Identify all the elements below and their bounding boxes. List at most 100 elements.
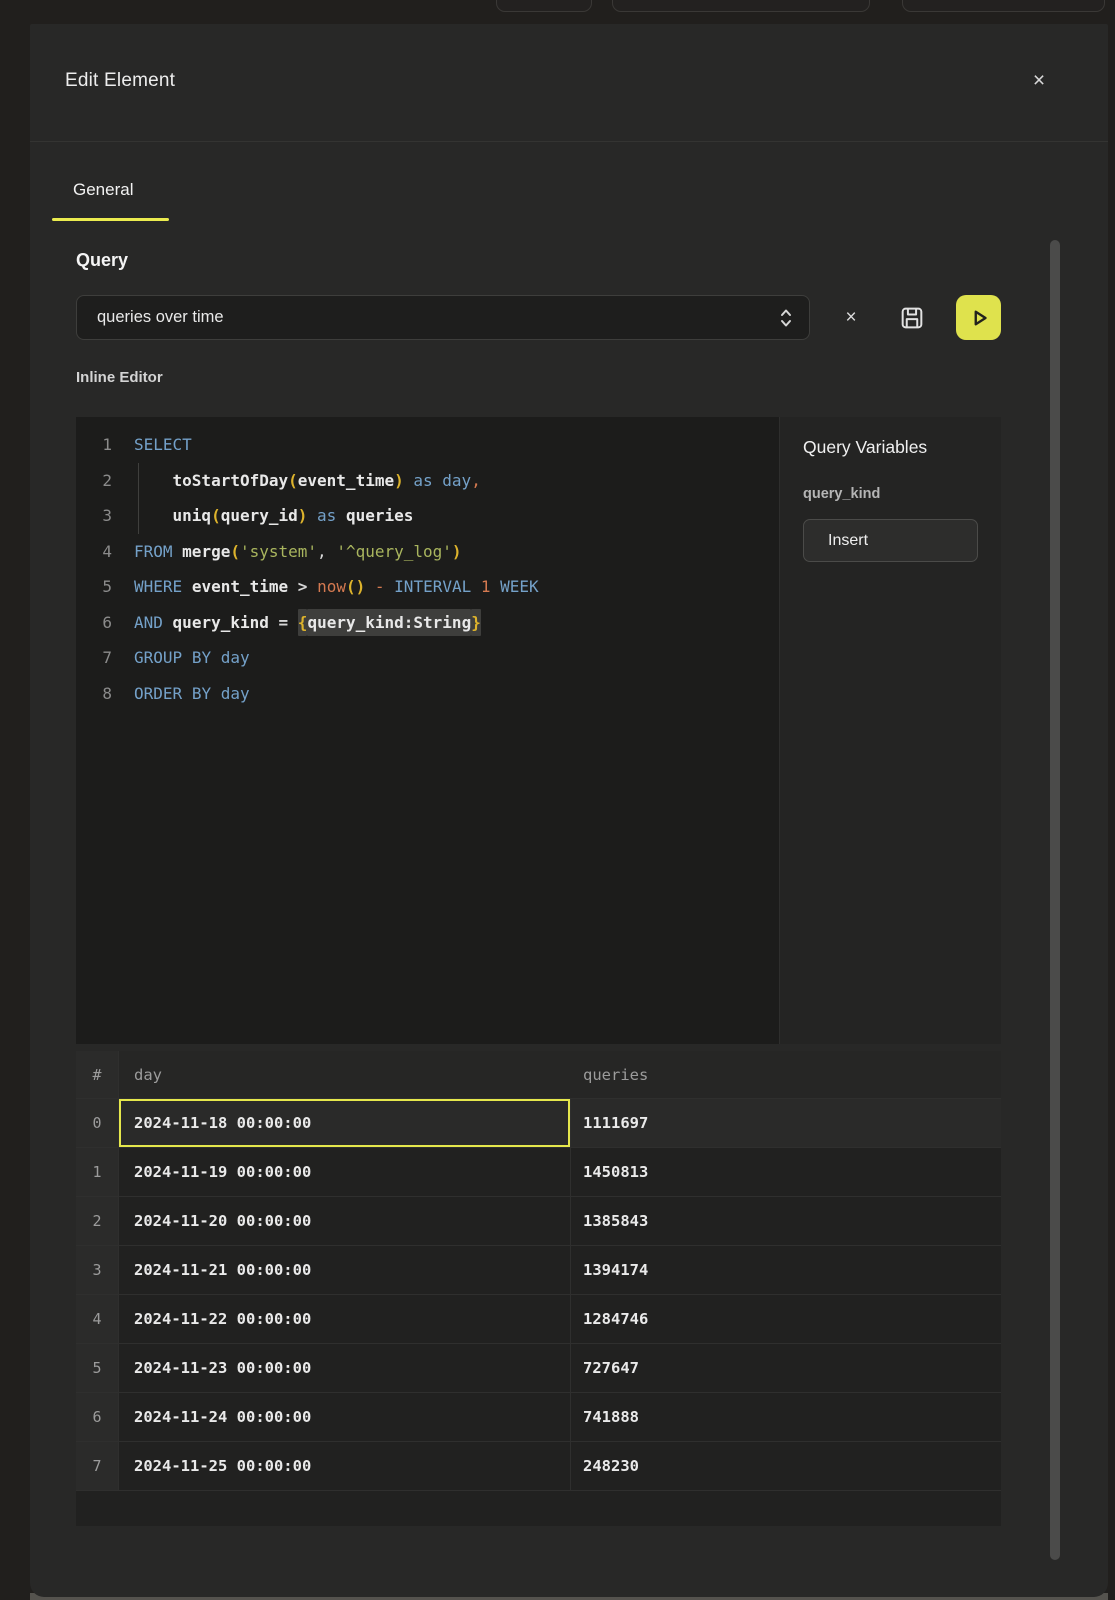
code-token: query_kind	[173, 613, 269, 632]
code-text: GROUP BY day	[116, 640, 779, 676]
day-cell[interactable]: 2024-11-22 00:00:00	[119, 1295, 571, 1344]
line-number: 7	[76, 640, 116, 676]
code-token	[385, 577, 395, 596]
code-token: AND	[134, 613, 163, 632]
code-line[interactable]: 2 toStartOfDay(event_time) as day,	[76, 463, 779, 499]
code-token: ORDER	[134, 684, 182, 703]
code-token: WEEK	[500, 577, 539, 596]
queries-cell[interactable]: 741888	[571, 1393, 1001, 1442]
code-token: ,	[317, 542, 336, 561]
code-token	[404, 471, 414, 490]
code-line[interactable]: 3 uniq(query_id) as queries	[76, 498, 779, 534]
code-line[interactable]: 7GROUP BY day	[76, 640, 779, 676]
query-section-heading: Query	[76, 250, 128, 271]
code-token	[134, 471, 173, 490]
code-token	[288, 613, 298, 632]
table-row: 22024-11-20 00:00:001385843	[76, 1197, 1001, 1246]
line-number: 3	[76, 498, 116, 534]
query-variables-heading: Query Variables	[803, 437, 978, 458]
header-divider	[30, 141, 1108, 142]
table-row: 32024-11-21 00:00:001394174	[76, 1246, 1001, 1295]
code-token: WHERE	[134, 577, 182, 596]
queries-cell[interactable]: 1394174	[571, 1246, 1001, 1295]
table-row: 42024-11-22 00:00:001284746	[76, 1295, 1001, 1344]
table-header-day: day	[119, 1051, 571, 1099]
code-token: day	[221, 684, 250, 703]
day-cell[interactable]: 2024-11-21 00:00:00	[119, 1246, 571, 1295]
code-token: )	[356, 577, 366, 596]
code-line[interactable]: 8 ORDER BY day	[76, 676, 779, 712]
code-token	[269, 613, 279, 632]
line-number: 2	[76, 463, 116, 499]
day-cell[interactable]: 2024-11-19 00:00:00	[119, 1148, 571, 1197]
results-table: # day queries 02024-11-18 00:00:00111169…	[76, 1051, 1001, 1526]
table-row: 72024-11-25 00:00:00248230	[76, 1442, 1001, 1491]
day-cell[interactable]: 2024-11-24 00:00:00	[119, 1393, 571, 1442]
code-line[interactable]: 6AND query_kind = {query_kind:String}	[76, 605, 779, 641]
play-icon	[966, 305, 992, 331]
code-token	[307, 506, 317, 525]
clear-query-icon[interactable]: ×	[836, 303, 866, 333]
line-number: 4	[76, 534, 116, 570]
code-token	[182, 577, 192, 596]
background-button-3	[902, 0, 1105, 12]
inline-editor-label: Inline Editor	[76, 369, 163, 386]
queries-cell[interactable]: 1450813	[571, 1148, 1001, 1197]
code-token: day	[221, 648, 250, 667]
modal-title: Edit Element	[65, 70, 175, 92]
queries-cell[interactable]: 1385843	[571, 1197, 1001, 1246]
code-token: -	[375, 577, 385, 596]
code-line[interactable]: 1SELECT	[76, 427, 779, 463]
code-token: as	[317, 506, 336, 525]
queries-cell[interactable]: 727647	[571, 1344, 1001, 1393]
table-row: 02024-11-18 00:00:001111697	[76, 1099, 1001, 1148]
line-number: 8	[76, 676, 116, 712]
code-token: BY	[192, 648, 211, 667]
code-token	[307, 577, 317, 596]
code-token	[211, 684, 221, 703]
day-cell[interactable]: 2024-11-20 00:00:00	[119, 1197, 571, 1246]
code-token	[134, 506, 173, 525]
code-token	[163, 613, 173, 632]
code-token	[365, 577, 375, 596]
code-token	[471, 577, 481, 596]
code-text: AND query_kind = {query_kind:String}	[116, 605, 779, 641]
table-row: 12024-11-19 00:00:001450813	[76, 1148, 1001, 1197]
insert-variable-button[interactable]: Insert	[803, 519, 978, 562]
day-cell[interactable]: 2024-11-23 00:00:00	[119, 1344, 571, 1393]
row-index-cell: 1	[76, 1148, 119, 1197]
code-token: as	[413, 471, 432, 490]
row-index-cell: 7	[76, 1442, 119, 1491]
day-cell[interactable]: 2024-11-18 00:00:00	[119, 1099, 571, 1148]
background-button-2	[612, 0, 870, 12]
code-line[interactable]: 5WHERE event_time > now() - INTERVAL 1 W…	[76, 569, 779, 605]
queries-cell[interactable]: 1111697	[571, 1099, 1001, 1148]
select-updown-icon	[779, 307, 793, 329]
code-token	[336, 506, 346, 525]
code-token	[182, 648, 192, 667]
table-footer	[76, 1491, 1001, 1526]
run-query-button[interactable]	[956, 295, 1001, 340]
day-cell[interactable]: 2024-11-25 00:00:00	[119, 1442, 571, 1491]
code-text: FROM merge('system', '^query_log')	[116, 534, 779, 570]
code-token: event_time	[192, 577, 288, 596]
queries-cell[interactable]: 1284746	[571, 1295, 1001, 1344]
table-header-index: #	[76, 1051, 119, 1099]
code-lines[interactable]: 1SELECT2 toStartOfDay(event_time) as day…	[76, 417, 780, 1044]
modal-scrollbar[interactable]	[1050, 240, 1060, 1560]
line-number: 5	[76, 569, 116, 605]
code-line[interactable]: 4FROM merge('system', '^query_log')	[76, 534, 779, 570]
tab-general[interactable]: General	[73, 180, 133, 200]
code-token: SELECT	[134, 435, 192, 454]
queries-cell[interactable]: 248230	[571, 1442, 1001, 1491]
query-select[interactable]: queries over time	[76, 295, 810, 340]
save-button[interactable]	[896, 302, 928, 334]
code-text: toStartOfDay(event_time) as day,	[116, 463, 779, 499]
code-token: (	[288, 471, 298, 490]
row-index-cell: 3	[76, 1246, 119, 1295]
code-token: BY	[192, 684, 211, 703]
code-token: query_kind:String	[307, 609, 471, 636]
code-token: uniq	[173, 506, 212, 525]
close-icon[interactable]: ×	[1024, 66, 1054, 96]
code-token: (	[211, 506, 221, 525]
